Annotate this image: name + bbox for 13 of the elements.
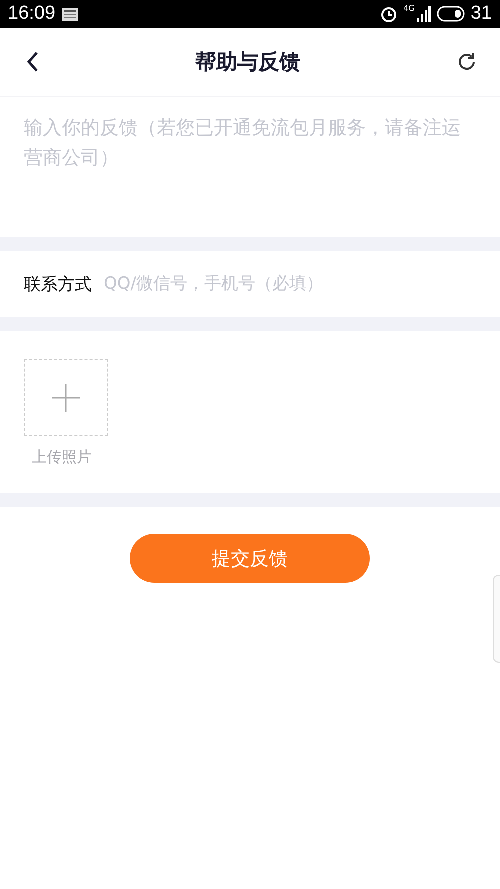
side-handle[interactable] <box>493 575 500 663</box>
status-time: 16:09 <box>8 3 56 25</box>
plus-icon <box>51 382 81 412</box>
alarm-icon <box>380 5 398 23</box>
battery-icon <box>436 6 465 22</box>
news-icon <box>62 8 78 20</box>
page-title: 帮助与反馈 <box>196 49 300 76</box>
battery-level: 31 <box>470 3 492 25</box>
contact-label: 联系方式 <box>24 274 92 296</box>
network-label: 4G <box>404 4 415 13</box>
signal-icon <box>416 6 431 22</box>
upload-label: 上传照片 <box>32 448 92 467</box>
submit-button[interactable]: 提交反馈 <box>130 534 370 583</box>
